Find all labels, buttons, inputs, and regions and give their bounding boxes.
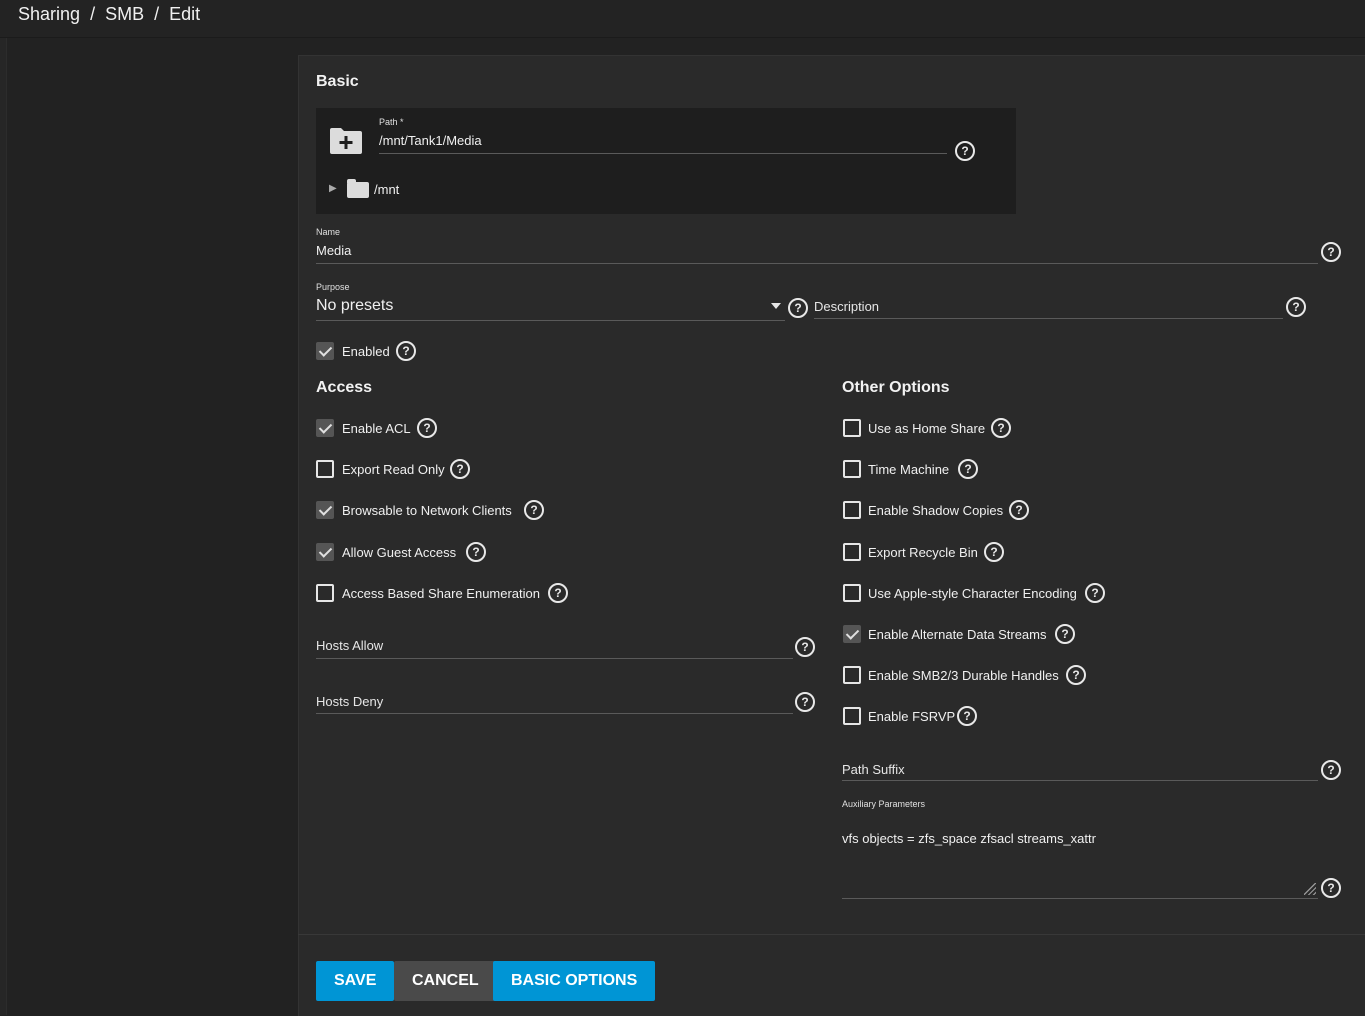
breadcrumb-sharing[interactable]: Sharing: [18, 4, 80, 25]
enabled-help-icon[interactable]: ?: [396, 341, 416, 361]
path-suffix-underline: [842, 780, 1318, 781]
time-machine-label: Time Machine: [868, 462, 950, 477]
alternate-streams-label: Enable Alternate Data Streams: [868, 627, 1047, 642]
hosts-deny-input[interactable]: Hosts Deny: [316, 694, 383, 709]
breadcrumb-smb[interactable]: SMB: [105, 4, 144, 25]
access-section-title: Access: [316, 379, 373, 396]
path-underline: [379, 153, 947, 154]
fsrvp-checkbox[interactable]: [843, 707, 861, 725]
abse-label: Access Based Share Enumeration: [342, 586, 540, 601]
alternate-streams-checkbox[interactable]: [843, 625, 861, 643]
purpose-underline: [316, 320, 785, 321]
export-read-only-checkbox[interactable]: [316, 460, 334, 478]
name-label: Name: [316, 227, 341, 237]
home-share-checkbox[interactable]: [843, 419, 861, 437]
apple-encoding-checkbox[interactable]: [843, 584, 861, 602]
hosts-allow-help-icon[interactable]: ?: [795, 637, 815, 657]
home-share-help-icon[interactable]: ?: [991, 418, 1011, 438]
breadcrumb: Sharing / SMB / Edit: [18, 4, 200, 25]
home-share-label: Use as Home Share: [868, 421, 986, 436]
fsrvp-help-icon[interactable]: ?: [957, 706, 977, 726]
browsable-checkbox[interactable]: [316, 501, 334, 519]
path-explorer: [316, 108, 1016, 214]
hosts-deny-help-icon[interactable]: ?: [795, 692, 815, 712]
path-label: Path *: [379, 117, 404, 127]
hosts-allow-underline: [316, 658, 793, 659]
name-underline: [316, 263, 1318, 264]
browsable-label: Browsable to Network Clients: [342, 503, 512, 518]
guest-access-checkbox[interactable]: [316, 543, 334, 561]
left-strip: [0, 0, 7, 1015]
name-input[interactable]: Media: [316, 243, 351, 258]
aux-params-label: Auxiliary Parameters: [842, 799, 926, 809]
folder-add-icon[interactable]: [329, 126, 363, 155]
time-machine-help-icon[interactable]: ?: [958, 459, 978, 479]
save-button[interactable]: SAVE: [316, 961, 395, 1001]
abse-help-icon[interactable]: ?: [548, 583, 568, 603]
browsable-help-icon[interactable]: ?: [524, 500, 544, 520]
aux-params-textarea[interactable]: vfs objects = zfs_space zfsacl streams_x…: [842, 831, 1096, 846]
recycle-bin-checkbox[interactable]: [843, 543, 861, 561]
shadow-copies-help-icon[interactable]: ?: [1009, 500, 1029, 520]
durable-handles-label: Enable SMB2/3 Durable Handles: [868, 668, 1059, 683]
path-suffix-help-icon[interactable]: ?: [1321, 760, 1341, 780]
recycle-bin-help-icon[interactable]: ?: [984, 542, 1004, 562]
abse-checkbox[interactable]: [316, 584, 334, 602]
basic-section-title: Basic: [316, 73, 359, 90]
durable-handles-checkbox[interactable]: [843, 666, 861, 684]
description-help-icon[interactable]: ?: [1286, 297, 1306, 317]
basic-options-button[interactable]: BASIC OPTIONS: [493, 961, 656, 1001]
fsrvp-label: Enable FSRVP: [868, 709, 956, 724]
export-read-only-label: Export Read Only: [342, 462, 445, 477]
shadow-copies-label: Enable Shadow Copies: [868, 503, 1004, 518]
recycle-bin-label: Export Recycle Bin: [868, 545, 978, 560]
resize-grip-icon[interactable]: [1304, 883, 1316, 895]
name-help-icon[interactable]: ?: [1321, 242, 1341, 262]
enabled-label: Enabled: [342, 344, 390, 359]
shadow-copies-checkbox[interactable]: [843, 501, 861, 519]
purpose-select[interactable]: No presets: [316, 297, 393, 315]
enable-acl-checkbox[interactable]: [316, 419, 334, 437]
other-options-section-title: Other Options: [842, 379, 950, 396]
aux-params-underline: [842, 898, 1318, 899]
hosts-deny-underline: [316, 713, 793, 714]
dropdown-arrow-icon[interactable]: [771, 303, 781, 309]
enable-acl-help-icon[interactable]: ?: [417, 418, 437, 438]
purpose-label: Purpose: [316, 282, 350, 292]
aux-params-help-icon[interactable]: ?: [1321, 878, 1341, 898]
caret-right-icon[interactable]: ▶: [329, 183, 337, 194]
path-help-icon[interactable]: ?: [955, 141, 975, 161]
export-read-only-help-icon[interactable]: ?: [450, 459, 470, 479]
path-suffix-input[interactable]: Path Suffix: [842, 762, 905, 777]
footer-divider: [298, 934, 1365, 935]
guest-access-label: Allow Guest Access: [342, 545, 457, 560]
apple-encoding-label: Use Apple-style Character Encoding: [868, 586, 1077, 601]
enabled-checkbox[interactable]: [316, 342, 334, 360]
apple-encoding-help-icon[interactable]: ?: [1085, 583, 1105, 603]
breadcrumb-edit: Edit: [169, 4, 201, 24]
top-bar: Sharing / SMB / Edit: [0, 0, 1365, 38]
cancel-button[interactable]: CANCEL: [394, 961, 497, 1001]
folder-icon: [347, 179, 369, 198]
alternate-streams-help-icon[interactable]: ?: [1055, 624, 1075, 644]
guest-access-help-icon[interactable]: ?: [466, 542, 486, 562]
description-input[interactable]: Description: [814, 299, 879, 314]
path-input[interactable]: /mnt/Tank1/Media: [379, 133, 482, 148]
tree-node-mnt[interactable]: /mnt: [374, 182, 399, 197]
durable-handles-help-icon[interactable]: ?: [1066, 665, 1086, 685]
time-machine-checkbox[interactable]: [843, 460, 861, 478]
description-underline: [814, 318, 1283, 319]
enable-acl-label: Enable ACL: [342, 421, 411, 436]
hosts-allow-input[interactable]: Hosts Allow: [316, 638, 383, 653]
purpose-help-icon[interactable]: ?: [788, 298, 808, 318]
